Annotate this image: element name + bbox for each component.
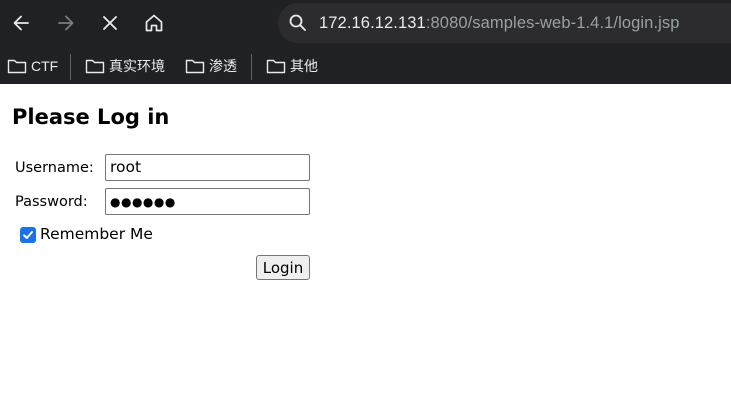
- bookmark-other[interactable]: 其他: [266, 56, 318, 76]
- page-content: Please Log in Username: root Password: ●…: [0, 84, 731, 405]
- username-value: root: [110, 158, 142, 176]
- folder-icon: [7, 59, 27, 74]
- folder-icon: [185, 59, 205, 74]
- home-icon: [145, 14, 163, 32]
- login-button[interactable]: Login: [256, 255, 310, 280]
- bookmark-label: 其他: [290, 58, 318, 74]
- page-title: Please Log in: [12, 105, 170, 129]
- username-field[interactable]: root: [105, 154, 310, 181]
- remember-me-checkbox[interactable]: [20, 227, 36, 243]
- bookmark-label: CTF: [31, 58, 59, 74]
- username-label: Username:: [15, 160, 94, 176]
- url-host: 172.16.12.131: [319, 13, 426, 32]
- home-button[interactable]: [138, 7, 170, 39]
- folder-icon: [85, 59, 105, 74]
- bookmark-separator: [70, 54, 71, 80]
- password-label: Password:: [15, 194, 88, 210]
- arrow-right-icon: [58, 15, 74, 31]
- stop-button[interactable]: [94, 7, 126, 39]
- remember-me-label[interactable]: Remember Me: [40, 225, 153, 243]
- folder-icon: [266, 59, 286, 74]
- password-field[interactable]: ●●●●●●: [105, 188, 310, 215]
- password-value: ●●●●●●: [110, 195, 176, 209]
- checkmark-icon: [23, 231, 33, 239]
- search-icon: [288, 13, 308, 33]
- close-icon: [103, 16, 117, 30]
- address-bar[interactable]: 172.16.12.131:8080/samples-web-1.4.1/log…: [278, 3, 731, 43]
- browser-toolbar: 172.16.12.131:8080/samples-web-1.4.1/log…: [0, 0, 731, 48]
- bookmark-label: 真实环境: [109, 58, 165, 74]
- bookmark-label: 渗透: [209, 58, 237, 74]
- bookmark-real-env[interactable]: 真实环境: [85, 56, 165, 76]
- url-text: 172.16.12.131:8080/samples-web-1.4.1/log…: [319, 14, 680, 33]
- bookmark-ctf[interactable]: CTF: [7, 56, 58, 76]
- bookmarks-bar: CTF 真实环境 渗透 其他: [0, 48, 731, 84]
- back-button[interactable]: [5, 7, 37, 39]
- bookmark-pentest[interactable]: 渗透: [185, 56, 237, 76]
- url-path: :8080/samples-web-1.4.1/login.jsp: [425, 13, 680, 32]
- bookmark-separator: [251, 54, 252, 80]
- forward-button[interactable]: [50, 7, 82, 39]
- arrow-left-icon: [13, 15, 29, 31]
